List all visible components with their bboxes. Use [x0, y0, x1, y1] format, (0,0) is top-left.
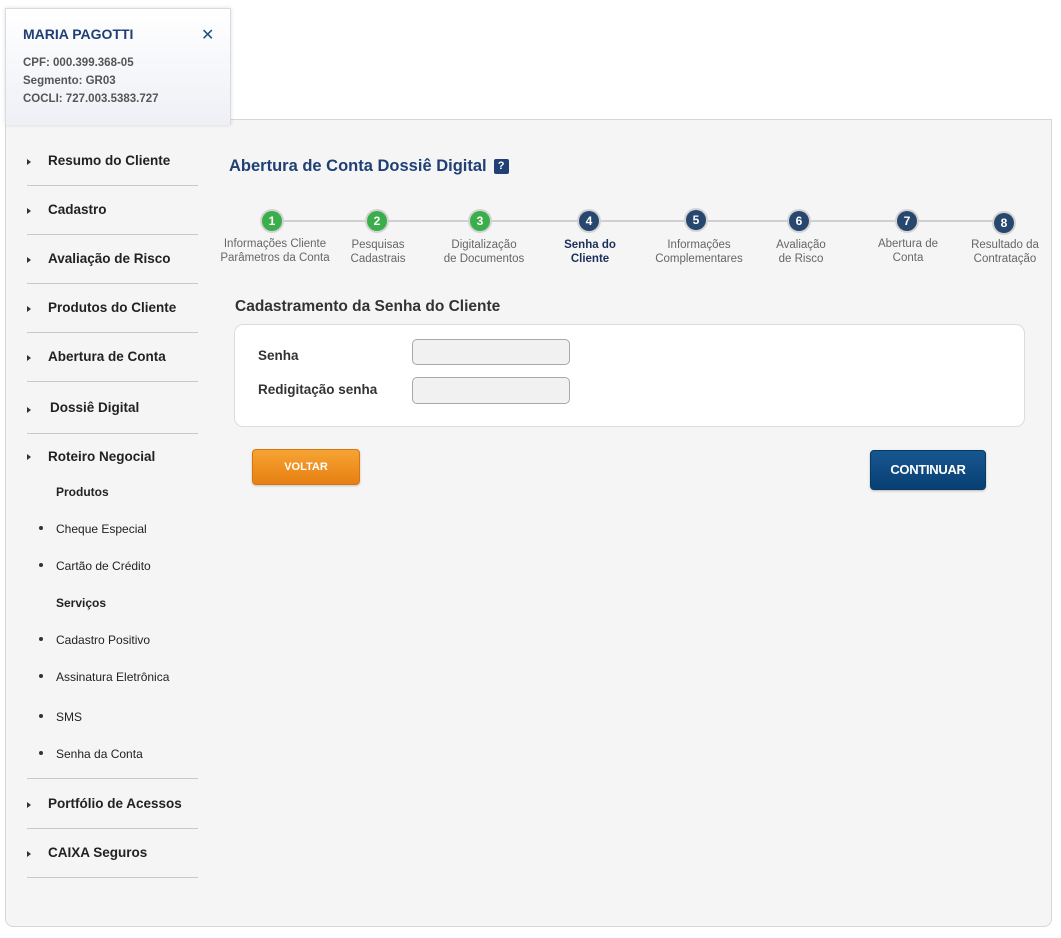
senha-input[interactable]	[412, 339, 570, 365]
step-2-circle: 2	[367, 211, 387, 231]
sidebar-item-roteiro-negocial[interactable]: Roteiro Negocial	[27, 434, 198, 476]
step-1-label-line1: Informações Cliente	[223, 238, 327, 250]
client-name: MARIA PAGOTTI	[23, 26, 134, 42]
step-8-label: Resultado da Contratação	[945, 238, 1061, 266]
client-cocli: COCLI: 727.003.5383.727	[23, 93, 159, 105]
sidebar-item-caixa-seguros[interactable]: CAIXA Seguros	[27, 828, 198, 878]
sidebar-item-label: Avaliação de Risco	[48, 251, 171, 266]
sidebar-item-produtos-do-cliente[interactable]: Produtos do Cliente	[27, 283, 198, 333]
arrow-right-icon	[27, 257, 31, 263]
bullet-icon	[39, 673, 43, 678]
sidebar-item-label: Cadastro	[48, 202, 107, 217]
help-icon[interactable]: ?	[493, 159, 509, 174]
client-cpf: CPF: 000.399.368-05	[23, 57, 134, 69]
arrow-right-icon	[27, 454, 31, 460]
step-1-circle: 1	[262, 211, 282, 231]
senha-label: Senha	[258, 348, 299, 363]
arrow-right-icon	[27, 851, 31, 857]
client-segmento: Segmento: GR03	[23, 75, 116, 87]
step-2-label-line2: Cadastrais	[350, 253, 406, 265]
arrow-right-icon	[27, 355, 31, 361]
redigitacao-senha-label: Redigitação senha	[258, 382, 378, 397]
step-8-label-line2: Contratação	[973, 253, 1037, 265]
redigitacao-senha-input[interactable]	[412, 377, 570, 404]
arrow-right-icon	[27, 208, 31, 214]
submenu-item-label: Cartão de Crédito	[56, 559, 151, 573]
step-3-label: Digitalização de Documentos	[424, 238, 544, 266]
sidebar-item-resumo-do-cliente[interactable]: Resumo do Cliente	[27, 136, 198, 186]
arrow-right-icon	[27, 306, 31, 312]
step-6-label: Avaliação de Risco	[741, 238, 861, 266]
submenu-item-assinatura-eletronica[interactable]: Assinatura Eletrônica	[39, 670, 169, 684]
main-panel: Resumo do Cliente Cadastro Avaliação de …	[5, 119, 1052, 927]
sidebar-item-label: Dossiê Digital	[50, 400, 140, 415]
sidebar-item-cadastro[interactable]: Cadastro	[27, 185, 198, 235]
continuar-button[interactable]: CONTINUAR	[870, 450, 986, 490]
sidebar-item-label: Resumo do Cliente	[48, 153, 171, 168]
submenu-item-senha-da-conta[interactable]: Senha da Conta	[39, 747, 143, 761]
arrow-right-icon	[27, 159, 31, 165]
sidebar-item-label: Abertura de Conta	[48, 349, 166, 364]
step-8-label-line1: Resultado da	[971, 239, 1039, 251]
step-6-label-line2: de Risco	[778, 253, 824, 265]
bullet-icon	[39, 525, 43, 530]
sidebar-item-portfolio-de-acessos[interactable]: Portfólio de Acessos	[27, 779, 198, 829]
sidebar-item-avaliacao-de-risco[interactable]: Avaliação de Risco	[27, 234, 198, 284]
sidebar-item-label: CAIXA Seguros	[48, 845, 148, 860]
submenu-item-label: Assinatura Eletrônica	[56, 670, 170, 684]
bullet-icon	[39, 636, 43, 641]
sidebar-item-abertura-de-conta[interactable]: Abertura de Conta	[27, 332, 198, 382]
step-3-label-line1: Digitalização	[451, 239, 517, 251]
step-4-label-line2: Cliente	[570, 253, 610, 265]
submenu-item-label: Cadastro Positivo	[56, 633, 151, 647]
submenu-item-cadastro-positivo[interactable]: Cadastro Positivo	[39, 633, 150, 647]
step-4-label: Senha do Cliente	[530, 238, 650, 266]
step-7-circle: 7	[897, 211, 917, 231]
step-6-circle: 6	[789, 211, 809, 231]
submenu-heading-servicos: Serviços	[56, 596, 107, 610]
voltar-button[interactable]: VOLTAR	[252, 449, 360, 485]
sidebar-item-label: Produtos do Cliente	[48, 300, 177, 315]
sidebar-item-dossie-digital[interactable]: Dossiê Digital	[27, 381, 198, 434]
arrow-right-icon	[27, 407, 31, 413]
client-card: MARIA PAGOTTI ✕ CPF: 000.399.368-05 Segm…	[5, 8, 231, 125]
submenu-item-sms[interactable]: SMS	[39, 710, 82, 724]
bullet-icon	[39, 713, 43, 718]
step-4-label-line1: Senha do	[564, 239, 616, 251]
step-4-circle: 4	[579, 211, 599, 231]
step-6-label-line1: Avaliação	[776, 239, 826, 251]
step-1-label: Informações Cliente Parâmetros da Conta	[215, 237, 335, 265]
step-5-circle: 5	[686, 210, 706, 230]
step-3-circle: 3	[470, 211, 490, 231]
submenu-item-label: Senha da Conta	[56, 747, 143, 761]
submenu-heading-produtos: Produtos	[56, 485, 109, 499]
close-icon[interactable]: ✕	[201, 25, 214, 45]
sidebar-item-label: Roteiro Negocial	[48, 449, 156, 464]
step-8-circle: 8	[994, 213, 1014, 233]
sidebar-item-label: Portfólio de Acessos	[48, 796, 182, 811]
bullet-icon	[39, 750, 43, 755]
step-1-label-line2: Parâmetros da Conta	[220, 252, 330, 264]
submenu-item-label: Cheque Especial	[56, 522, 147, 536]
submenu-item-label: SMS	[56, 710, 83, 724]
page-title-text: Abertura de Conta Dossiê Digital	[229, 157, 487, 175]
submenu-item-cartao-de-credito[interactable]: Cartão de Crédito	[39, 559, 151, 573]
password-form: Senha Redigitação senha	[234, 324, 1025, 427]
step-3-label-line2: de Documentos	[443, 253, 525, 265]
step-2-label: Pesquisas Cadastrais	[318, 238, 438, 266]
step-2-label-line1: Pesquisas	[351, 239, 405, 251]
bullet-icon	[39, 562, 43, 567]
submenu-item-cheque-especial[interactable]: Cheque Especial	[39, 522, 147, 536]
section-title: Cadastramento da Senha do Cliente	[235, 298, 501, 315]
arrow-right-icon	[27, 802, 31, 808]
page-title: Abertura de Conta Dossiê Digital?	[229, 157, 509, 176]
